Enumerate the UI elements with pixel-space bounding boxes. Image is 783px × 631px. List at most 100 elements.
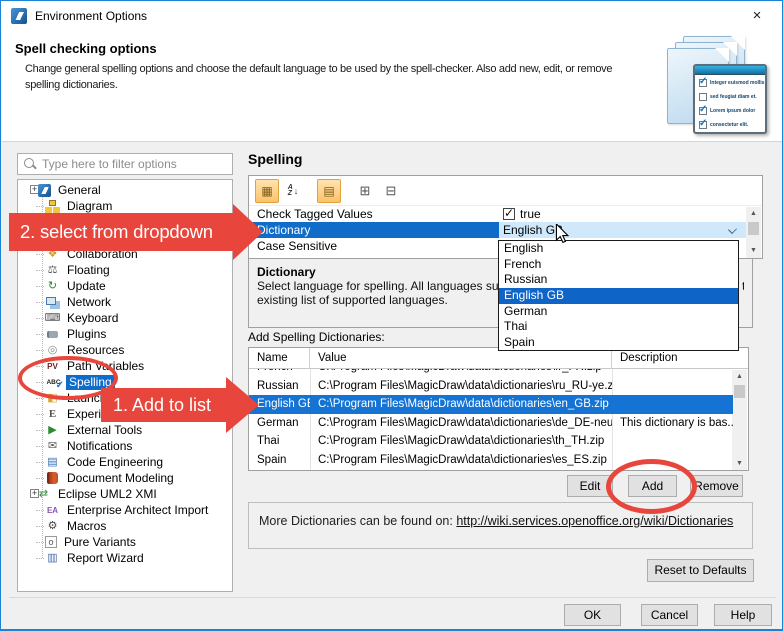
scrollbar-thumb[interactable]: [748, 222, 759, 235]
checklist-label: sed feugiat diam et.: [710, 94, 757, 100]
tree-item-code-engineering[interactable]: ▤Code Engineering: [18, 454, 232, 470]
tree-guide-stub: [36, 334, 44, 335]
column-header-name[interactable]: Name: [249, 348, 310, 369]
dropdown-option-german[interactable]: German: [499, 304, 738, 320]
filter-options-input[interactable]: [42, 157, 222, 171]
categorized-view-button[interactable]: ▦: [255, 179, 279, 203]
tree-item-diagram[interactable]: Diagram: [18, 198, 232, 214]
tree-item-plugins[interactable]: Plugins: [18, 326, 232, 342]
tree-item-update[interactable]: ↻Update: [18, 278, 232, 294]
title-bar: Environment Options ×: [1, 1, 782, 31]
scroll-up-icon[interactable]: ▲: [732, 370, 747, 384]
show-description-icon: ▤: [323, 184, 334, 198]
checkbox-unchecked-icon: [699, 93, 707, 101]
tree-item-enterprise-architect-import[interactable]: EAEnterprise Architect Import: [18, 502, 232, 518]
environment-options-dialog: Environment Options × Spell checking opt…: [0, 0, 783, 631]
dictionaries-link[interactable]: http://wiki.services.openoffice.org/wiki…: [456, 514, 733, 528]
external-tools-icon: ▶: [45, 424, 60, 437]
checkbox-checked-icon[interactable]: [503, 208, 515, 220]
table-scrollbar[interactable]: ▲ ▼: [732, 370, 747, 471]
property-value: true: [520, 207, 541, 221]
tree-item-macros[interactable]: ⚙Macros: [18, 518, 232, 534]
properties-scrollbar[interactable]: ▲ ▼: [746, 207, 761, 258]
dictionary-combobox[interactable]: English GB: [499, 222, 746, 238]
dropdown-option-english-gb[interactable]: English GB: [499, 288, 738, 304]
tree-guide-stub: [36, 478, 44, 479]
checkbox-checked-icon: [699, 121, 707, 129]
sort-alphabetically-button[interactable]: AZ↓: [281, 179, 305, 203]
tree-item-document-modeling[interactable]: Document Modeling: [18, 470, 232, 486]
tree-item-network[interactable]: Network: [18, 294, 232, 310]
scrollbar-thumb[interactable]: [734, 385, 745, 398]
property-row-dictionary[interactable]: Dictionary English GB: [249, 222, 762, 238]
dictionary-dropdown-list[interactable]: EnglishFrenchRussianEnglish GBGermanThai…: [498, 240, 739, 351]
enterprise-architect-import-icon: EA: [45, 504, 60, 517]
plugins-icon: [45, 328, 60, 341]
resources-icon: ◎: [45, 344, 60, 357]
document-modeling-icon: [45, 472, 60, 485]
keyboard-icon: ⌨: [45, 312, 60, 325]
close-icon[interactable]: ×: [746, 7, 768, 25]
header-description-line1: Change general spelling options and choo…: [25, 63, 612, 75]
expand-all-button[interactable]: ⊞: [353, 179, 377, 203]
tree-item-notifications[interactable]: ✉Notifications: [18, 438, 232, 454]
tree-item-general[interactable]: +General: [18, 182, 232, 198]
tree-item-label: Keyboard: [64, 311, 121, 326]
tree-item-keyboard[interactable]: ⌨ Keyboard: [18, 310, 232, 326]
tree-item-eclipse-uml2-xmi[interactable]: +⇄Eclipse UML2 XMI: [18, 486, 232, 502]
network-icon: [45, 296, 60, 309]
spellcheck-illustration: Integer euismod mollissed feugiat diam e…: [649, 34, 771, 138]
experience-icon: E: [45, 408, 60, 421]
table-row-russian[interactable]: RussianC:\Program Files\MagicDraw\data\d…: [249, 377, 733, 396]
collapse-all-button[interactable]: ⊟: [379, 179, 403, 203]
help-button[interactable]: Help: [714, 604, 772, 626]
update-icon: ↻: [45, 280, 60, 293]
scroll-up-icon[interactable]: ▲: [746, 207, 761, 221]
tree-item-label: External Tools: [64, 423, 145, 438]
tree-item-label: Pure Variants: [61, 535, 139, 550]
floating-icon: ⚖: [45, 264, 60, 277]
table-row-french[interactable]: FrenchC:\Program Files\MagicDraw\data\di…: [249, 369, 733, 377]
table-header[interactable]: Name Value Description: [249, 348, 748, 369]
tree-item-report-wizard[interactable]: ▥Report Wizard: [18, 550, 232, 566]
cancel-button[interactable]: Cancel: [641, 604, 698, 626]
tree-item-resources[interactable]: ◎Resources: [18, 342, 232, 358]
table-cell: This dictionary is bas...: [612, 414, 733, 433]
dropdown-option-spain[interactable]: Spain: [499, 335, 738, 351]
table-cell: French: [249, 369, 310, 377]
tree-item-label: General: [55, 183, 104, 198]
dropdown-option-french[interactable]: French: [499, 257, 738, 273]
table-row-german[interactable]: GermanC:\Program Files\MagicDraw\data\di…: [249, 414, 733, 433]
tree-item-floating[interactable]: ⚖Floating: [18, 262, 232, 278]
scroll-down-icon[interactable]: ▼: [746, 244, 761, 258]
table-row-thai[interactable]: ThaiC:\Program Files\MagicDraw\data\dict…: [249, 432, 733, 451]
tree-item-external-tools[interactable]: ▶ External Tools: [18, 422, 232, 438]
show-description-button[interactable]: ▤: [317, 179, 341, 203]
dropdown-option-english[interactable]: English: [499, 241, 738, 257]
checklist-header-bar: [695, 66, 765, 75]
ok-button[interactable]: OK: [564, 604, 621, 626]
tree-guide-stub: [36, 526, 44, 527]
checklist-label: Lorem ipsum dolor: [710, 108, 755, 114]
tree-guide-stub: [36, 270, 44, 271]
property-row-check-tagged-values[interactable]: Check Tagged Values true: [249, 206, 762, 222]
tree-item-pure-variants[interactable]: oPure Variants: [18, 534, 232, 550]
add-spelling-dictionaries-label: Add Spelling Dictionaries:: [248, 330, 385, 344]
property-name: Check Tagged Values: [249, 206, 499, 222]
checklist-label: consectetur elit.: [710, 122, 748, 128]
checklist-row: consectetur elit.: [695, 118, 765, 131]
tree-item-label: Report Wizard: [64, 551, 147, 566]
tree-item-label: Network: [64, 295, 114, 310]
dropdown-option-russian[interactable]: Russian: [499, 272, 738, 288]
property-name: Case Sensitive: [249, 238, 499, 254]
tree-item-label: Plugins: [64, 327, 109, 342]
table-row-english-gb[interactable]: English GBC:\Program Files\MagicDraw\dat…: [249, 395, 733, 414]
reset-to-defaults-button[interactable]: Reset to Defaults: [647, 559, 754, 582]
properties-toolbar: ▦ AZ↓ ▤ ⊞ ⊟: [249, 176, 762, 206]
tree-guide-stub: [36, 350, 44, 351]
scroll-down-icon[interactable]: ▼: [732, 457, 747, 471]
dropdown-option-thai[interactable]: Thai: [499, 319, 738, 335]
remove-button[interactable]: Remove: [690, 475, 743, 497]
tree-guide-stub: [36, 414, 44, 415]
annotation-step2-banner: 2. select from dropdown: [9, 213, 233, 251]
